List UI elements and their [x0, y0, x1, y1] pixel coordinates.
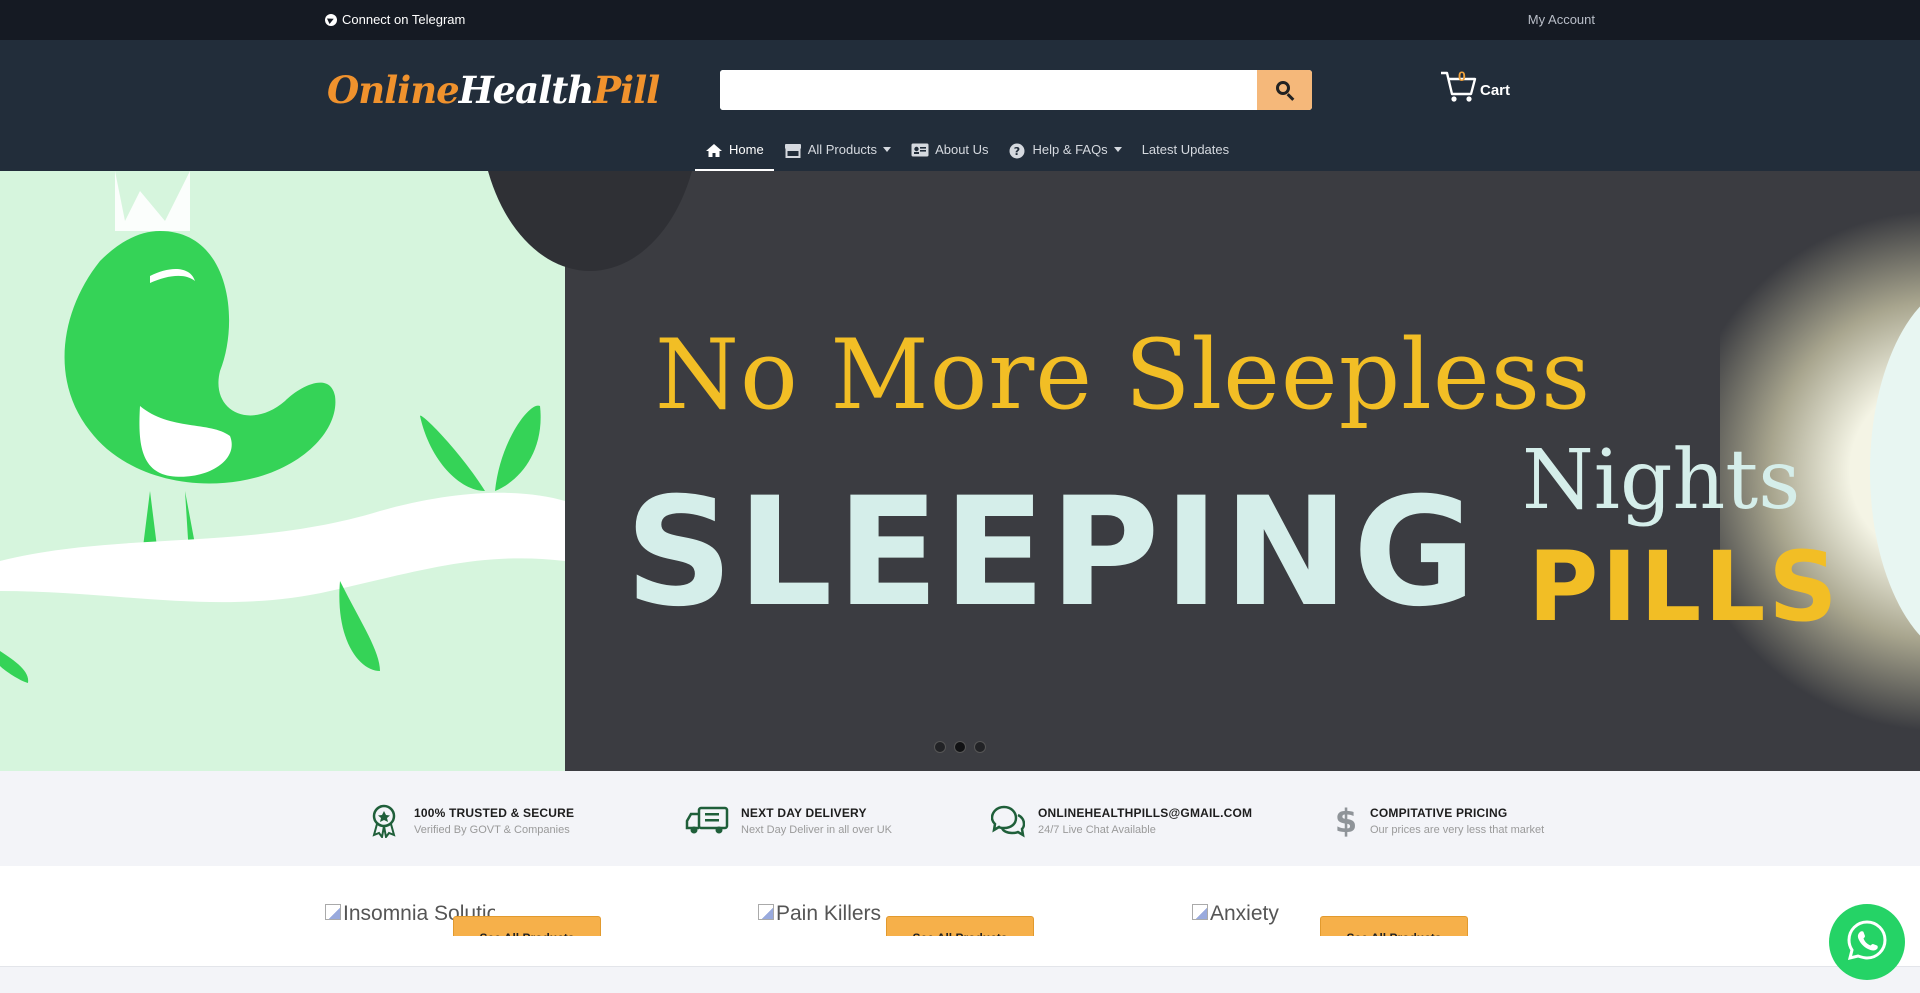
search-button[interactable]: [1257, 70, 1312, 110]
nav-help-faqs[interactable]: ? Help & FAQs: [999, 128, 1132, 171]
question-circle-icon: ?: [1009, 143, 1025, 158]
id-card-icon: [911, 143, 929, 157]
truck-icon: [685, 803, 729, 839]
see-all-products-button[interactable]: See All Products: [1320, 916, 1468, 936]
svg-text:$: $: [1336, 804, 1356, 838]
whatsapp-icon: [1846, 919, 1888, 966]
award-icon: [366, 803, 402, 839]
main-nav: Home All Products About Us ? Help & FAQs…: [695, 128, 1239, 171]
bottom-strip: [0, 966, 1920, 993]
feature-subtitle: Verified By GOVT & Companies: [414, 824, 570, 836]
search-bar: [720, 70, 1312, 110]
home-icon: [705, 143, 722, 157]
site-logo[interactable]: OnlineHealthPill: [327, 68, 660, 112]
top-bar: Connect on Telegram My Account: [0, 0, 1920, 40]
nav-latest-updates-label: Latest Updates: [1141, 142, 1230, 157]
nav-latest-updates[interactable]: Latest Updates: [1132, 128, 1239, 171]
hero-headline-line2: SLEEPING: [625, 466, 1480, 640]
hero-headline-line4: PILLS: [1528, 531, 1841, 643]
cart-label: Cart: [1480, 82, 1511, 99]
slider-dot-1[interactable]: [934, 741, 946, 753]
site-header: OnlineHealthPill 0 Cart Home All Product…: [0, 40, 1920, 171]
hero-slider[interactable]: No More Sleepless SLEEPING Nights PILLS: [0, 171, 1920, 771]
chevron-down-icon: [1113, 147, 1122, 152]
telegram-label: Connect on Telegram: [342, 12, 466, 27]
features-strip: 100% TRUSTED & SECURE Verified By GOVT &…: [0, 771, 1920, 866]
broken-image-icon: [1192, 904, 1208, 920]
feature-subtitle: Our prices are very less that market: [1370, 824, 1545, 836]
category-card: Insomnia Solution See All Products: [325, 902, 625, 942]
cart-link[interactable]: 0 Cart: [1440, 68, 1511, 102]
nav-help-faqs-label: Help & FAQs: [1032, 142, 1108, 157]
broken-image-icon: [325, 904, 341, 920]
nav-about-us-label: About Us: [935, 142, 989, 157]
feature-title: NEXT DAY DELIVERY: [741, 806, 867, 820]
cart-icon: 0: [1440, 68, 1477, 102]
hero-illustration: [0, 171, 565, 771]
cart-count: 0: [1458, 68, 1466, 84]
hero-headline-line3: Nights: [1522, 433, 1801, 528]
category-section: Insomnia Solution See All Products Pain …: [0, 866, 1920, 966]
slider-dots: [934, 741, 986, 753]
feature-delivery: NEXT DAY DELIVERY Next Day Deliver in al…: [685, 803, 892, 839]
feature-trusted: 100% TRUSTED & SECURE Verified By GOVT &…: [366, 803, 574, 839]
nav-all-products-label: All Products: [807, 142, 878, 157]
broken-image-icon: [758, 904, 774, 920]
feature-pricing: $ COMPITATIVE PRICING Our prices are ver…: [1334, 803, 1544, 839]
my-account-link[interactable]: My Account: [1528, 12, 1595, 27]
slider-dot-3[interactable]: [974, 741, 986, 753]
feature-subtitle: Next Day Deliver in all over UK: [741, 824, 892, 836]
dollar-icon: $: [1334, 803, 1358, 839]
feature-subtitle: 24/7 Live Chat Available: [1038, 824, 1156, 836]
search-icon: [1275, 81, 1290, 95]
telegram-icon: [325, 13, 337, 26]
search-input[interactable]: [720, 70, 1256, 110]
feature-title: COMPITATIVE PRICING: [1370, 806, 1508, 820]
store-icon: [784, 143, 801, 158]
slider-dot-2[interactable]: [954, 741, 966, 753]
feature-title: 100% TRUSTED & SECURE: [414, 806, 575, 820]
feature-contact: ONLINEHEALTHPILLS@GMAIL.COM 24/7 Live Ch…: [990, 803, 1252, 839]
category-card: Anxiety See All Products: [1192, 902, 1492, 942]
whatsapp-button[interactable]: [1829, 904, 1905, 980]
svg-text:?: ?: [1013, 145, 1019, 158]
chevron-down-icon: [883, 147, 892, 152]
see-all-products-button[interactable]: See All Products: [886, 916, 1034, 936]
nav-all-products[interactable]: All Products: [774, 128, 901, 171]
see-all-products-button[interactable]: See All Products: [453, 916, 601, 936]
nav-home[interactable]: Home: [695, 128, 774, 171]
hero-headline-line1: No More Sleepless: [655, 319, 1592, 431]
telegram-link[interactable]: Connect on Telegram: [325, 12, 465, 27]
nav-about-us[interactable]: About Us: [901, 128, 998, 171]
chat-icon: [990, 803, 1026, 839]
nav-home-label: Home: [729, 142, 764, 157]
category-card: Pain Killers See All Products: [758, 902, 1058, 942]
feature-title: ONLINEHEALTHPILLS@GMAIL.COM: [1038, 806, 1253, 820]
